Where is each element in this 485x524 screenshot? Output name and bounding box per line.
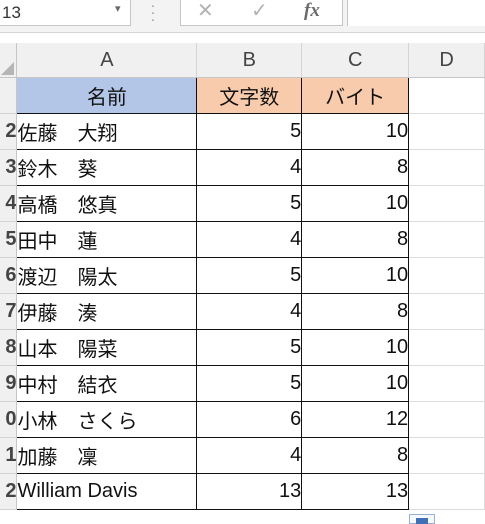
cell-d[interactable]: [408, 185, 485, 222]
table-row: 7 伊藤 湊 4 8: [0, 293, 485, 330]
table-row: 3 鈴木 葵 4 8: [0, 149, 485, 186]
bytes-cell[interactable]: 8: [301, 221, 410, 258]
column-header-c[interactable]: C: [301, 43, 410, 78]
column-header-a[interactable]: A: [16, 43, 198, 78]
formula-bar: 13 ▾ · · · ✕ ✓ fx: [0, 0, 485, 33]
name-cell[interactable]: 渡辺 陽太: [16, 257, 198, 294]
quick-analysis-icon: [416, 518, 428, 524]
cell-d[interactable]: [408, 293, 485, 330]
insert-function-icon[interactable]: fx: [304, 0, 320, 26]
name-cell[interactable]: 山本 陽菜: [16, 329, 198, 366]
cell-d[interactable]: [408, 329, 485, 366]
table-row: 2 佐藤 大翔 5 10: [0, 113, 485, 150]
column-header-b[interactable]: B: [196, 43, 303, 78]
row-header[interactable]: 6: [0, 257, 18, 294]
quick-analysis-button[interactable]: [409, 514, 435, 524]
header-cell-chars[interactable]: 文字数: [196, 77, 303, 114]
bytes-cell[interactable]: 13: [301, 473, 410, 510]
cell-d[interactable]: [408, 365, 485, 402]
row-header[interactable]: 4: [0, 185, 18, 222]
chars-cell[interactable]: 5: [196, 113, 303, 150]
row-header[interactable]: 1: [0, 437, 18, 474]
name-cell[interactable]: 小林 さくら: [16, 401, 198, 438]
grip-icon[interactable]: · · ·: [149, 0, 157, 27]
row-header[interactable]: 2: [0, 113, 18, 150]
cell-d[interactable]: [408, 221, 485, 258]
name-cell[interactable]: 鈴木 葵: [16, 149, 198, 186]
table-row: 1 加藤 凜 4 8: [0, 437, 485, 474]
bytes-cell[interactable]: 8: [301, 149, 410, 186]
name-cell[interactable]: 田中 蓮: [16, 221, 198, 258]
cell-d[interactable]: [408, 257, 485, 294]
select-all-icon: [1, 62, 15, 75]
table-row: 名前 文字数 バイト: [0, 77, 485, 114]
chars-cell[interactable]: 13: [196, 473, 303, 510]
name-cell[interactable]: 中村 結衣: [16, 365, 198, 402]
bytes-cell[interactable]: 12: [301, 401, 410, 438]
bytes-cell[interactable]: 10: [301, 365, 410, 402]
select-all-button[interactable]: [0, 43, 18, 78]
name-box[interactable]: 13: [0, 0, 131, 26]
bytes-cell[interactable]: 10: [301, 329, 410, 366]
table-row: 0 小林 さくら 6 12: [0, 401, 485, 438]
row-header[interactable]: 0: [0, 401, 18, 438]
formula-commands: ✕ ✓ fx: [180, 0, 343, 26]
cell-d[interactable]: [408, 149, 485, 186]
name-cell[interactable]: 佐藤 大翔: [16, 113, 198, 150]
row-header[interactable]: 7: [0, 293, 18, 330]
row-header[interactable]: 3: [0, 149, 18, 186]
column-header-d[interactable]: D: [408, 43, 485, 78]
chars-cell[interactable]: 5: [196, 329, 303, 366]
chars-cell[interactable]: 5: [196, 257, 303, 294]
chars-cell[interactable]: 4: [196, 221, 303, 258]
table-row: 2 William Davis 13 13: [0, 473, 485, 510]
name-box-value: 13: [2, 3, 21, 22]
name-cell[interactable]: 高橋 悠真: [16, 185, 198, 222]
bytes-cell[interactable]: 10: [301, 257, 410, 294]
row-header[interactable]: 9: [0, 365, 18, 402]
table-row: 8 山本 陽菜 5 10: [0, 329, 485, 366]
chars-cell[interactable]: 4: [196, 293, 303, 330]
chars-cell[interactable]: 4: [196, 149, 303, 186]
worksheet-grid: A B C D 名前 文字数 バイト 2 佐藤 大翔 5 10 3 鈴木 葵 4…: [0, 43, 485, 510]
name-box-dropdown-icon[interactable]: ▾: [115, 2, 121, 15]
cancel-icon[interactable]: ✕: [197, 0, 214, 26]
row-header[interactable]: 2: [0, 473, 18, 510]
chars-cell[interactable]: 5: [196, 365, 303, 402]
chars-cell[interactable]: 5: [196, 185, 303, 222]
table-row: 6 渡辺 陽太 5 10: [0, 257, 485, 294]
row-header[interactable]: 5: [0, 221, 18, 258]
bytes-cell[interactable]: 8: [301, 293, 410, 330]
cell-d[interactable]: [408, 77, 485, 114]
row-header[interactable]: 8: [0, 329, 18, 366]
bytes-cell[interactable]: 8: [301, 437, 410, 474]
cell-d[interactable]: [408, 401, 485, 438]
chars-cell[interactable]: 6: [196, 401, 303, 438]
header-cell-bytes[interactable]: バイト: [301, 77, 410, 114]
bytes-cell[interactable]: 10: [301, 185, 410, 222]
table-row: 9 中村 結衣 5 10: [0, 365, 485, 402]
cell-d[interactable]: [408, 113, 485, 150]
bytes-cell[interactable]: 10: [301, 113, 410, 150]
formula-input[interactable]: [347, 0, 485, 26]
cell-d[interactable]: [408, 473, 485, 510]
chars-cell[interactable]: 4: [196, 437, 303, 474]
enter-icon[interactable]: ✓: [251, 0, 268, 26]
name-cell[interactable]: William Davis: [16, 473, 198, 510]
table-row: 5 田中 蓮 4 8: [0, 221, 485, 258]
row-header[interactable]: [0, 77, 18, 114]
cell-d[interactable]: [408, 437, 485, 474]
header-cell-name[interactable]: 名前: [16, 77, 198, 114]
name-cell[interactable]: 加藤 凜: [16, 437, 198, 474]
name-cell[interactable]: 伊藤 湊: [16, 293, 198, 330]
table-row: 4 高橋 悠真 5 10: [0, 185, 485, 222]
